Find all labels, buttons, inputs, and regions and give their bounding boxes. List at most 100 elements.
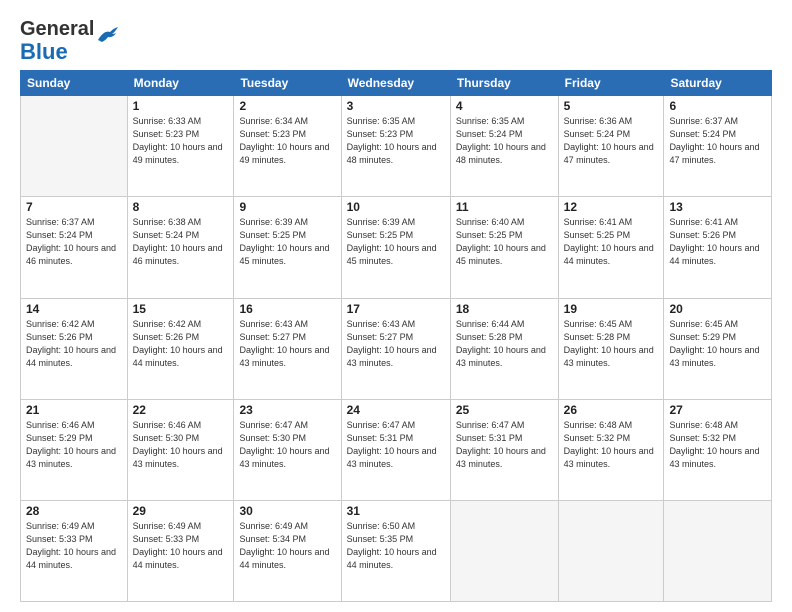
calendar-day-cell: 16Sunrise: 6:43 AMSunset: 5:27 PMDayligh… bbox=[234, 298, 341, 399]
day-number: 17 bbox=[347, 302, 445, 316]
calendar-day-cell: 31 Sunrise: 6:50 AMSunset: 5:35 PMDayligh… bbox=[341, 500, 450, 601]
logo-bird-icon bbox=[96, 26, 118, 44]
day-number: 30 bbox=[239, 504, 335, 518]
calendar-day-cell: 17 Sunrise: 6:43 AMSunset: 5:27 PMDayligh… bbox=[341, 298, 450, 399]
calendar-day-cell: 25 Sunrise: 6:47 AMSunset: 5:31 PMDayligh… bbox=[450, 399, 558, 500]
calendar-day-cell: 19 Sunrise: 6:45 AMSunset: 5:28 PMDayligh… bbox=[558, 298, 664, 399]
calendar-day-cell: 10 Sunrise: 6:39 AMSunset: 5:25 PMDayligh… bbox=[341, 197, 450, 298]
calendar-day-cell: 27 Sunrise: 6:48 AMSunset: 5:32 PMDayligh… bbox=[664, 399, 772, 500]
calendar-day-cell: 20 Sunrise: 6:45 AMSunset: 5:29 PMDayligh… bbox=[664, 298, 772, 399]
logo: General Blue bbox=[20, 18, 118, 64]
weekday-header: Monday bbox=[127, 71, 234, 96]
day-info: Sunrise: 6:50 AMSunset: 5:35 PMDaylight:… bbox=[347, 520, 445, 572]
day-number: 12 bbox=[564, 200, 659, 214]
calendar-week-row: 21 Sunrise: 6:46 AMSunset: 5:29 PMDayligh… bbox=[21, 399, 772, 500]
day-info: Sunrise: 6:49 AMSunset: 5:34 PMDaylight:… bbox=[239, 520, 335, 572]
calendar-day-cell bbox=[558, 500, 664, 601]
day-number: 16 bbox=[239, 302, 335, 316]
weekday-header: Thursday bbox=[450, 71, 558, 96]
day-number: 22 bbox=[133, 403, 229, 417]
day-number: 11 bbox=[456, 200, 553, 214]
day-info: Sunrise: 6:39 AMSunset: 5:25 PMDaylight:… bbox=[239, 216, 335, 268]
day-number: 5 bbox=[564, 99, 659, 113]
day-number: 8 bbox=[133, 200, 229, 214]
day-info: Sunrise: 6:47 AMSunset: 5:31 PMDaylight:… bbox=[347, 419, 445, 471]
day-number: 20 bbox=[669, 302, 766, 316]
day-number: 7 bbox=[26, 200, 122, 214]
day-info: Sunrise: 6:35 AMSunset: 5:24 PMDaylight:… bbox=[456, 115, 553, 167]
day-number: 15 bbox=[133, 302, 229, 316]
day-info: Sunrise: 6:42 AMSunset: 5:26 PMDaylight:… bbox=[26, 318, 122, 370]
day-info: Sunrise: 6:41 AMSunset: 5:25 PMDaylight:… bbox=[564, 216, 659, 268]
day-info: Sunrise: 6:49 AMSunset: 5:33 PMDaylight:… bbox=[133, 520, 229, 572]
day-number: 6 bbox=[669, 99, 766, 113]
calendar-day-cell: 15 Sunrise: 6:42 AMSunset: 5:26 PMDayligh… bbox=[127, 298, 234, 399]
weekday-header: Tuesday bbox=[234, 71, 341, 96]
day-info: Sunrise: 6:34 AMSunset: 5:23 PMDaylight:… bbox=[239, 115, 335, 167]
day-number: 24 bbox=[347, 403, 445, 417]
page: General Blue SundayMondayTuesdayWednesda… bbox=[0, 0, 792, 612]
day-info: Sunrise: 6:43 AMSunset: 5:27 PMDaylight:… bbox=[347, 318, 445, 370]
day-number: 2 bbox=[239, 99, 335, 113]
day-info: Sunrise: 6:37 AMSunset: 5:24 PMDaylight:… bbox=[26, 216, 122, 268]
calendar-day-cell: 4 Sunrise: 6:35 AMSunset: 5:24 PMDaylight… bbox=[450, 96, 558, 197]
day-number: 23 bbox=[239, 403, 335, 417]
day-info: Sunrise: 6:46 AMSunset: 5:29 PMDaylight:… bbox=[26, 419, 122, 471]
calendar-day-cell bbox=[21, 96, 128, 197]
day-info: Sunrise: 6:44 AMSunset: 5:28 PMDaylight:… bbox=[456, 318, 553, 370]
day-number: 21 bbox=[26, 403, 122, 417]
day-number: 25 bbox=[456, 403, 553, 417]
day-number: 19 bbox=[564, 302, 659, 316]
calendar-day-cell: 13 Sunrise: 6:41 AMSunset: 5:26 PMDayligh… bbox=[664, 197, 772, 298]
calendar-day-cell: 2 Sunrise: 6:34 AMSunset: 5:23 PMDaylight… bbox=[234, 96, 341, 197]
day-info: Sunrise: 6:38 AMSunset: 5:24 PMDaylight:… bbox=[133, 216, 229, 268]
day-number: 3 bbox=[347, 99, 445, 113]
day-number: 9 bbox=[239, 200, 335, 214]
day-info: Sunrise: 6:45 AMSunset: 5:28 PMDaylight:… bbox=[564, 318, 659, 370]
calendar-day-cell: 3 Sunrise: 6:35 AMSunset: 5:23 PMDaylight… bbox=[341, 96, 450, 197]
calendar-day-cell: 30 Sunrise: 6:49 AMSunset: 5:34 PMDayligh… bbox=[234, 500, 341, 601]
calendar-table: SundayMondayTuesdayWednesdayThursdayFrid… bbox=[20, 70, 772, 602]
day-number: 14 bbox=[26, 302, 122, 316]
day-number: 13 bbox=[669, 200, 766, 214]
day-info: Sunrise: 6:37 AMSunset: 5:24 PMDaylight:… bbox=[669, 115, 766, 167]
calendar-week-row: 1Sunrise: 6:33 AMSunset: 5:23 PMDaylight… bbox=[21, 96, 772, 197]
day-number: 27 bbox=[669, 403, 766, 417]
logo-general: General bbox=[20, 18, 94, 40]
day-info: Sunrise: 6:45 AMSunset: 5:29 PMDaylight:… bbox=[669, 318, 766, 370]
day-number: 26 bbox=[564, 403, 659, 417]
calendar-day-cell: 11Sunrise: 6:40 AMSunset: 5:25 PMDayligh… bbox=[450, 197, 558, 298]
calendar-day-cell: 24 Sunrise: 6:47 AMSunset: 5:31 PMDayligh… bbox=[341, 399, 450, 500]
calendar-day-cell: 7 Sunrise: 6:37 AMSunset: 5:24 PMDaylight… bbox=[21, 197, 128, 298]
day-number: 31 bbox=[347, 504, 445, 518]
day-number: 1 bbox=[133, 99, 229, 113]
day-info: Sunrise: 6:41 AMSunset: 5:26 PMDaylight:… bbox=[669, 216, 766, 268]
day-number: 10 bbox=[347, 200, 445, 214]
weekday-header: Friday bbox=[558, 71, 664, 96]
calendar-day-cell: 28Sunrise: 6:49 AMSunset: 5:33 PMDayligh… bbox=[21, 500, 128, 601]
calendar-week-row: 28 Sunrise: 6:49 AMSunset: 5:33 PMDayligh… bbox=[21, 500, 772, 601]
day-info: Sunrise: 6:39 AMSunset: 5:25 PMDaylight:… bbox=[347, 216, 445, 268]
day-info: Sunrise: 6:36 AMSunset: 5:24 PMDaylight:… bbox=[564, 115, 659, 167]
calendar-header-row: SundayMondayTuesdayWednesdayThursdayFrid… bbox=[21, 71, 772, 96]
day-info: Sunrise: 6:42 AMSunset: 5:26 PMDaylight:… bbox=[133, 318, 229, 370]
day-info: Sunrise: 6:48 AMSunset: 5:32 PMDaylight:… bbox=[669, 419, 766, 471]
calendar-day-cell: 9 Sunrise: 6:39 AMSunset: 5:25 PMDaylight… bbox=[234, 197, 341, 298]
calendar-day-cell: 8 Sunrise: 6:38 AMSunset: 5:24 PMDaylight… bbox=[127, 197, 234, 298]
day-info: Sunrise: 6:47 AMSunset: 5:30 PMDaylight:… bbox=[239, 419, 335, 471]
calendar-day-cell: 14 Sunrise: 6:42 AMSunset: 5:26 PMDayligh… bbox=[21, 298, 128, 399]
calendar-day-cell: 22Sunrise: 6:46 AMSunset: 5:30 PMDayligh… bbox=[127, 399, 234, 500]
day-info: Sunrise: 6:47 AMSunset: 5:31 PMDaylight:… bbox=[456, 419, 553, 471]
weekday-header: Saturday bbox=[664, 71, 772, 96]
weekday-header: Wednesday bbox=[341, 71, 450, 96]
day-number: 4 bbox=[456, 99, 553, 113]
day-number: 28 bbox=[26, 504, 122, 518]
day-info: Sunrise: 6:48 AMSunset: 5:32 PMDaylight:… bbox=[564, 419, 659, 471]
weekday-header: Sunday bbox=[21, 71, 128, 96]
calendar-day-cell bbox=[450, 500, 558, 601]
calendar-day-cell bbox=[664, 500, 772, 601]
day-info: Sunrise: 6:35 AMSunset: 5:23 PMDaylight:… bbox=[347, 115, 445, 167]
logo-blue: Blue bbox=[20, 39, 68, 64]
day-number: 18 bbox=[456, 302, 553, 316]
calendar-day-cell: 26 Sunrise: 6:48 AMSunset: 5:32 PMDayligh… bbox=[558, 399, 664, 500]
